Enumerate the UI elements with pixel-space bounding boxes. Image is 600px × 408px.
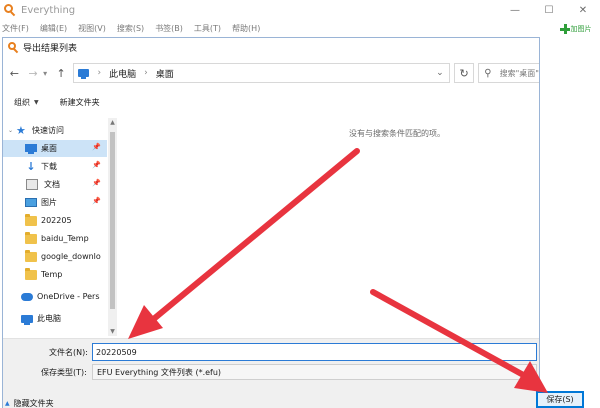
- back-arrow-icon[interactable]: ←: [7, 65, 22, 81]
- green-plus-icon: [559, 24, 570, 34]
- pin-icon[interactable]: 📌: [92, 179, 101, 187]
- nav-item-label: Temp: [41, 270, 63, 279]
- menu-help[interactable]: 帮助(H): [232, 23, 260, 34]
- pin-icon[interactable]: 📌: [92, 161, 101, 169]
- document-icon: [26, 179, 38, 190]
- save-button[interactable]: 保存(S): [536, 391, 584, 408]
- empty-results-message: 没有与搜索条件匹配的项。: [349, 129, 445, 138]
- up-arrow-icon[interactable]: ↑: [54, 65, 69, 81]
- chevron-down-icon: ▼: [34, 98, 39, 106]
- nav-item-label: baidu_Temp: [41, 234, 89, 243]
- parent-window-title: Everything: [21, 4, 76, 16]
- address-chevron-down-icon[interactable]: ⌄: [431, 64, 449, 82]
- nav-item-documents[interactable]: 文档 📌: [3, 176, 107, 193]
- save-options-panel: 文件名(N): 保存类型(T): EFU Everything 文件列表 (*.…: [3, 338, 539, 408]
- nav-item-folder-baidu-temp[interactable]: baidu_Temp: [3, 230, 107, 247]
- file-list-pane[interactable]: 没有与搜索条件匹配的项。: [119, 118, 539, 336]
- search-box[interactable]: ⚲ 搜索"桌面": [478, 63, 539, 83]
- filetype-select[interactable]: EFU Everything 文件列表 (*.efu): [92, 364, 537, 380]
- dialog-title: 导出结果列表: [23, 44, 78, 54]
- nav-item-label: 图片: [41, 198, 57, 207]
- add-picture-strip[interactable]: 加图片: [551, 20, 600, 38]
- folder-icon: [25, 267, 37, 280]
- folder-icon: [25, 213, 37, 226]
- filename-label: 文件名(N):: [49, 348, 88, 357]
- search-icon: ⚲: [484, 67, 492, 79]
- scrollbar-thumb[interactable]: [110, 132, 115, 309]
- menu-view[interactable]: 视图(V): [78, 23, 106, 34]
- dialog-toolbar: 组织 ▼ 新建文件夹: [3, 93, 539, 111]
- hide-folders-label: 隐藏文件夹: [13, 399, 54, 408]
- download-icon: ↓: [26, 160, 36, 173]
- everything-logo-icon: [4, 4, 16, 17]
- nav-item-folder-google-download[interactable]: google_downlo: [3, 248, 107, 265]
- folder-icon: [25, 249, 37, 262]
- picture-icon: [25, 198, 37, 207]
- menu-tools[interactable]: 工具(T): [194, 23, 221, 34]
- nav-item-this-pc[interactable]: 此电脑: [3, 310, 107, 327]
- menu-file[interactable]: 文件(F): [2, 23, 29, 34]
- menu-edit[interactable]: 编辑(E): [40, 23, 67, 34]
- breadcrumb-chevron-icon[interactable]: ›: [97, 68, 101, 78]
- dialog-titlebar: 导出结果列表: [3, 38, 539, 57]
- nav-item-label: 文档: [44, 180, 60, 189]
- minimize-button[interactable]: —: [498, 0, 532, 20]
- breadcrumb-chevron-icon[interactable]: ›: [144, 68, 148, 78]
- new-folder-button[interactable]: 新建文件夹: [60, 97, 100, 108]
- nav-quick-access[interactable]: ⌄ ★ 快速访问: [3, 122, 107, 139]
- forward-arrow-icon[interactable]: →: [26, 65, 41, 81]
- computer-icon: [21, 314, 33, 325]
- everything-logo-icon: [8, 42, 19, 54]
- nav-item-label: 下载: [41, 162, 57, 171]
- organize-label: 组织: [14, 97, 30, 107]
- parent-titlebar: Everything — ☐ ✕: [0, 0, 600, 20]
- menu-bookmarks[interactable]: 书签(B): [155, 23, 183, 34]
- scroll-down-icon[interactable]: ▼: [108, 327, 117, 336]
- navigation-pane: ⌄ ★ 快速访问 桌面 📌 ↓ 下载 📌 文档 📌 图片 📌 202205 ba…: [3, 118, 116, 336]
- desktop-icon: [25, 143, 37, 154]
- scroll-up-icon[interactable]: ▲: [108, 118, 117, 127]
- nav-item-onedrive[interactable]: OneDrive - Pers: [3, 288, 107, 305]
- window-controls: — ☐ ✕: [498, 0, 600, 20]
- add-picture-text: 加图片: [570, 25, 592, 33]
- nav-item-desktop[interactable]: 桌面 📌: [3, 140, 107, 157]
- organize-button[interactable]: 组织 ▼: [14, 97, 39, 108]
- parent-menubar: 文件(F) 编辑(E) 视图(V) 搜索(S) 书签(B) 工具(T) 帮助(H…: [0, 20, 600, 36]
- pin-icon[interactable]: 📌: [92, 197, 101, 205]
- hide-folders-toggle[interactable]: ▲ 隐藏文件夹: [5, 398, 54, 408]
- computer-icon: [78, 69, 90, 79]
- nav-item-downloads[interactable]: ↓ 下载 📌: [3, 158, 107, 175]
- recent-chevron-down-icon[interactable]: ▾: [41, 65, 50, 81]
- filetype-label: 保存类型(T):: [41, 368, 87, 377]
- nav-item-label: 桌面: [41, 144, 57, 153]
- star-icon: ★: [16, 123, 26, 137]
- refresh-icon[interactable]: ↻: [453, 63, 475, 83]
- nav-item-label: 此电脑: [37, 314, 61, 323]
- filetype-value: EFU Everything 文件列表 (*.efu): [97, 367, 222, 377]
- nav-item-label: 202205: [41, 216, 72, 225]
- navigation-scrollbar[interactable]: ▲ ▼: [108, 118, 117, 336]
- nav-item-folder-temp[interactable]: Temp: [3, 266, 107, 283]
- nav-item-label: google_downlo: [41, 252, 101, 261]
- maximize-button[interactable]: ☐: [532, 0, 566, 20]
- nav-item-label: OneDrive - Pers: [37, 292, 100, 301]
- nav-item-label: 快速访问: [32, 126, 64, 135]
- nav-item-folder-202205[interactable]: 202205: [3, 212, 107, 229]
- breadcrumb-desktop[interactable]: 桌面: [156, 67, 174, 80]
- filename-input[interactable]: [92, 343, 537, 361]
- collapse-chevron-icon[interactable]: ⌄: [8, 127, 16, 134]
- folder-icon: [25, 231, 37, 244]
- cloud-icon: [21, 292, 33, 301]
- address-bar[interactable]: › 此电脑 › 桌面 ⌄: [73, 63, 450, 83]
- close-button[interactable]: ✕: [566, 0, 600, 20]
- export-dialog: 导出结果列表 ← → ▾ ↑ › 此电脑 › 桌面 ⌄ ↻ ⚲ 搜索"桌面" 组…: [2, 37, 540, 408]
- menu-search[interactable]: 搜索(S): [117, 23, 144, 34]
- address-row: ← → ▾ ↑ › 此电脑 › 桌面 ⌄ ↻ ⚲ 搜索"桌面": [3, 61, 539, 85]
- new-folder-label: 新建文件夹: [59, 97, 100, 107]
- search-placeholder: 搜索"桌面": [499, 68, 539, 78]
- nav-item-pictures[interactable]: 图片 📌: [3, 194, 107, 211]
- breadcrumb-this-pc[interactable]: 此电脑: [109, 67, 136, 80]
- pin-icon[interactable]: 📌: [92, 143, 101, 151]
- chevron-up-icon: ▲: [5, 400, 10, 407]
